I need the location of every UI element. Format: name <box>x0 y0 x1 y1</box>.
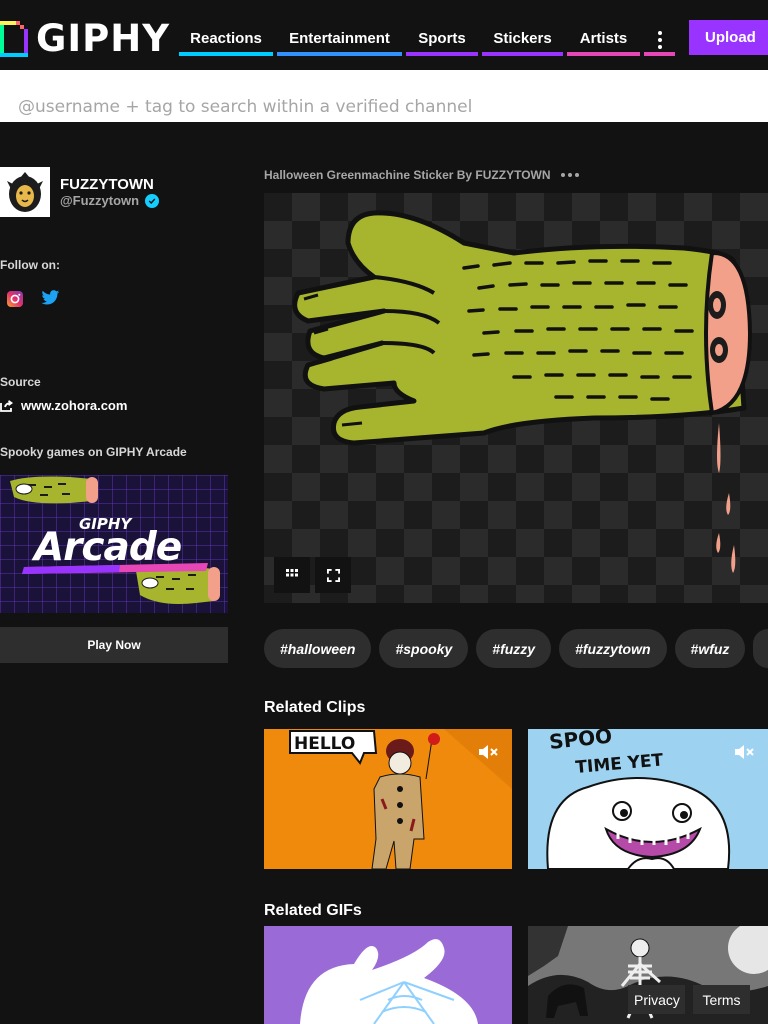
channel-avatar[interactable] <box>0 167 50 217</box>
more-options-icon[interactable] <box>560 173 579 177</box>
related-clip-1[interactable]: HELLO <box>264 729 512 869</box>
twitter-icon[interactable] <box>41 290 60 308</box>
related-clips-title: Related Clips <box>264 699 366 716</box>
terms-link[interactable]: Terms <box>693 985 750 1014</box>
nav-item-stickers[interactable]: Stickers <box>482 26 563 56</box>
tag-fuzzytown[interactable]: #fuzzytown <box>559 629 667 668</box>
tag-spooky[interactable]: #spooky <box>379 629 469 668</box>
gif-title-text: Halloween Greenmachine Sticker By FUZZYT… <box>264 168 551 182</box>
related-clip-2[interactable]: SPOO TIME YET <box>528 729 768 869</box>
channel-handle[interactable]: @Fuzzytown <box>60 193 160 208</box>
monster-hand-sticker <box>292 210 753 573</box>
related-gif-1[interactable] <box>264 926 512 1024</box>
svg-text:HELLO: HELLO <box>294 734 355 754</box>
related-gifs-title: Related GIFs <box>264 902 362 919</box>
nav-underline <box>644 52 675 56</box>
source-label: Source <box>0 375 41 389</box>
nav-item-sports[interactable]: Sports <box>406 26 478 56</box>
nav-item-entertainment[interactable]: Entertainment <box>277 26 402 56</box>
privacy-link[interactable]: Privacy <box>628 985 685 1014</box>
fullscreen-icon <box>326 568 340 582</box>
grid-view-button[interactable] <box>274 557 310 593</box>
nav-underline <box>277 52 402 56</box>
mute-icon[interactable] <box>478 743 500 761</box>
upload-button[interactable]: Upload <box>689 20 768 55</box>
channel-name[interactable]: FUZZYTOWN <box>60 176 154 193</box>
arcade-banner[interactable]: GIPHY Arcade <box>0 475 228 613</box>
mute-icon[interactable] <box>734 743 756 761</box>
source-url: www.zohora.com <box>21 398 128 413</box>
logo-wordmark: GIPHY <box>36 17 171 60</box>
giphy-logo-mark-icon <box>0 21 28 57</box>
fullscreen-button[interactable] <box>315 557 351 593</box>
tag-wfuz[interactable]: #wfuz <box>674 629 746 668</box>
instagram-icon[interactable] <box>6 290 24 308</box>
giphy-logo[interactable]: GIPHY <box>0 20 170 58</box>
spider-web-ghost-thumbnail <box>264 926 512 1024</box>
grid-icon <box>286 569 298 577</box>
gif-viewer[interactable] <box>264 193 768 603</box>
ghost-clip-thumbnail: SPOO TIME YET <box>528 729 768 869</box>
follow-on-label: Follow on: <box>0 258 60 272</box>
search-input[interactable] <box>0 70 768 122</box>
clown-clip-thumbnail: HELLO <box>264 729 512 869</box>
tag-halloween[interactable]: #halloween <box>264 629 372 668</box>
nav-underline <box>406 52 478 56</box>
nav-more-button[interactable] <box>644 26 675 56</box>
play-now-button[interactable]: Play Now <box>0 627 228 663</box>
nav-item-reactions[interactable]: Reactions <box>179 26 273 56</box>
channel-handle-text: @Fuzzytown <box>60 193 140 208</box>
arcade-section-title: Spooky games on GIPHY Arcade <box>0 445 187 459</box>
nav-underline <box>482 52 563 56</box>
lion-avatar-icon <box>0 167 50 217</box>
verified-badge-icon <box>145 193 160 208</box>
gif-title: Halloween Greenmachine Sticker By FUZZYT… <box>264 168 579 182</box>
tag-list: #halloween #spooky #fuzzy #fuzzytown #wf… <box>264 629 768 669</box>
external-link-icon <box>0 399 14 412</box>
main-nav: Reactions Entertainment Sports Stickers … <box>179 26 675 56</box>
arcade-logo-big: Arcade <box>34 525 182 570</box>
top-header: GIPHY Reactions Entertainment Sports Sti… <box>0 0 768 70</box>
tag-fuzzy[interactable]: #fuzzy <box>476 629 552 668</box>
tag-overflow[interactable] <box>753 629 768 668</box>
source-link[interactable]: www.zohora.com <box>0 398 127 413</box>
nav-underline <box>567 52 640 56</box>
search-bar <box>0 70 768 122</box>
nav-item-artists[interactable]: Artists <box>567 26 640 56</box>
nav-underline <box>179 52 273 56</box>
